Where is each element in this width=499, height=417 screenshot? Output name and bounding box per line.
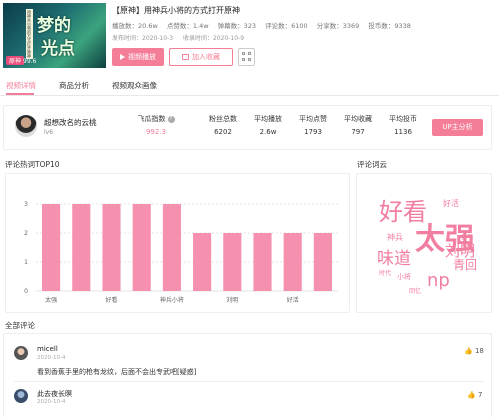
- add-favorite-button[interactable]: 加入收藏: [169, 48, 233, 66]
- bar[interactable]: [283, 233, 302, 291]
- detail-tabs: 视频详情 商品分析 视频观众画像: [0, 76, 499, 96]
- y-tick-label: 3: [24, 201, 28, 208]
- cover-title-line1: 梦的: [37, 16, 71, 36]
- cloud-word: 小将: [397, 273, 411, 281]
- video-stats: 播放数：20.6w 点赞数：1.4w 弹幕数：323 评论数：6100 分享数：…: [112, 20, 418, 30]
- comment-list: micell 2020-10-4 看到香蕉手里的枪有龙纹，后面不会出专武吧[疑惑…: [3, 333, 492, 417]
- video-cover[interactable]: 用神兵小将的方式打开原神 梦的 光点 原神 99.6: [3, 3, 106, 68]
- record-time: 收录时间：2020-10-9: [182, 35, 245, 42]
- video-dates: 发布时间：2020-10-3 收录时间：2020-10-9: [112, 33, 252, 42]
- comment-avatar[interactable]: [14, 346, 28, 360]
- bar-chart-svg: 0 1 2 3 太强 好看 神兵小将 刘明 好活: [24, 201, 338, 304]
- metric-avg-coins: 平均投币 1136: [373, 114, 433, 136]
- cloud-word: 神兵: [387, 233, 403, 242]
- comment-like-count: 7: [477, 391, 483, 399]
- help-icon[interactable]: ?: [167, 115, 175, 123]
- metric-feigua-index: 飞瓜指数? 992.3: [126, 114, 186, 136]
- bar[interactable]: [313, 233, 332, 291]
- y-tick-label: 2: [24, 230, 28, 237]
- play-icon: [120, 54, 125, 60]
- play-video-button[interactable]: 视频播放: [112, 48, 164, 66]
- favorite-icon: [182, 54, 189, 60]
- bar[interactable]: [162, 204, 181, 291]
- comment-user[interactable]: 此去夜长暝: [37, 389, 72, 399]
- stat-coins: 投币数：9338: [368, 22, 411, 30]
- grid-icon: [242, 52, 245, 55]
- y-tick-label: 1: [24, 259, 28, 266]
- thumbs-up-icon: 👍: [467, 391, 476, 399]
- cloud-word: 青回: [453, 258, 478, 272]
- tab-audience-profile[interactable]: 视频观众画像: [112, 80, 157, 91]
- cover-score: 99.6: [23, 58, 37, 65]
- grid-menu-button[interactable]: [238, 48, 255, 66]
- add-favorite-label: 加入收藏: [192, 53, 220, 61]
- hot-words-chart: 0 1 2 3 太强 好看 神兵小将 刘明 好活: [5, 173, 350, 313]
- comment-user[interactable]: micell: [37, 345, 58, 353]
- active-tab-indicator: [6, 93, 34, 95]
- comment-date: 2020-10-4: [37, 399, 66, 405]
- grid-icon-cell: [242, 58, 245, 61]
- author-name[interactable]: 超想改名的云桃: [44, 117, 97, 128]
- grid-icon-cell: [248, 58, 251, 61]
- bar[interactable]: [132, 204, 151, 291]
- y-tick-label: 0: [24, 288, 28, 295]
- cloud-word: np: [427, 270, 450, 291]
- bar[interactable]: [102, 204, 121, 291]
- grid-icon-cell: [248, 52, 251, 55]
- bar[interactable]: [72, 204, 91, 291]
- stat-danmaku: 弹幕数：323: [217, 22, 257, 30]
- stat-likes: 点赞数：1.4w: [166, 22, 209, 30]
- cloud-word: 回忆: [409, 288, 422, 295]
- video-title: 【原神】用神兵小将的方式打开原神: [112, 6, 240, 15]
- x-tick-label: 好活: [287, 296, 299, 304]
- cover-badge: 原神: [6, 56, 25, 65]
- comment-text: 看到香蕉手里的枪有龙纹，后面不会出专武吧[疑惑]: [37, 368, 197, 376]
- metric-value: 1136: [394, 128, 412, 136]
- cover-strip-text: 用神兵小将的方式打开原神: [26, 9, 33, 59]
- comment-divider: [14, 381, 484, 382]
- metric-value: 992.3: [145, 128, 167, 136]
- metric-label: 平均投币: [389, 115, 417, 123]
- play-video-label: 视频播放: [128, 53, 156, 61]
- cloud-word: 时代: [379, 270, 392, 277]
- metric-label: 飞瓜指数: [137, 115, 166, 123]
- comment-date: 2020-10-4: [37, 355, 66, 361]
- all-comments-title: 全部评论: [5, 321, 35, 330]
- thumbs-up-icon: 👍: [464, 347, 473, 355]
- cloud-word: 好活: [443, 199, 459, 208]
- author-level: lv6: [44, 129, 54, 136]
- comment-avatar[interactable]: [14, 389, 28, 403]
- stat-shares: 分享数：3369: [316, 22, 360, 30]
- bar[interactable]: [223, 233, 242, 291]
- bar[interactable]: [42, 204, 61, 291]
- tab-video-detail[interactable]: 视频详情: [6, 80, 36, 91]
- bar[interactable]: [253, 233, 272, 291]
- x-tick-label: 太强: [45, 296, 57, 304]
- cloud-word: 童年: [461, 234, 474, 241]
- x-tick-label: 神兵小将: [160, 296, 184, 304]
- stat-plays: 播放数：20.6w: [112, 22, 158, 30]
- cloud-word: 味道: [377, 249, 411, 269]
- up-analysis-button[interactable]: UP主分析: [432, 119, 483, 136]
- word-cloud: 好看 太强 刘明 味道 np 青回 神兵 好活 小将 时代 童年 回忆: [356, 173, 492, 313]
- stat-comments: 评论数：6100: [265, 22, 308, 30]
- tab-product-analysis[interactable]: 商品分析: [59, 80, 89, 91]
- author-avatar[interactable]: [15, 115, 37, 137]
- comment-like[interactable]: 👍 18: [464, 347, 484, 355]
- x-tick-label: 刘明: [226, 296, 238, 304]
- comment-like[interactable]: 👍 7: [467, 391, 482, 399]
- publish-time: 发布时间：2020-10-3: [112, 35, 174, 42]
- x-tick-label: 好看: [105, 296, 117, 304]
- bar[interactable]: [193, 233, 212, 291]
- hot-words-title: 评论热词TOP10: [5, 160, 60, 169]
- comment-like-count: 18: [474, 347, 484, 355]
- word-cloud-title: 评论词云: [357, 160, 387, 169]
- cover-title-line2: 光点: [41, 39, 75, 59]
